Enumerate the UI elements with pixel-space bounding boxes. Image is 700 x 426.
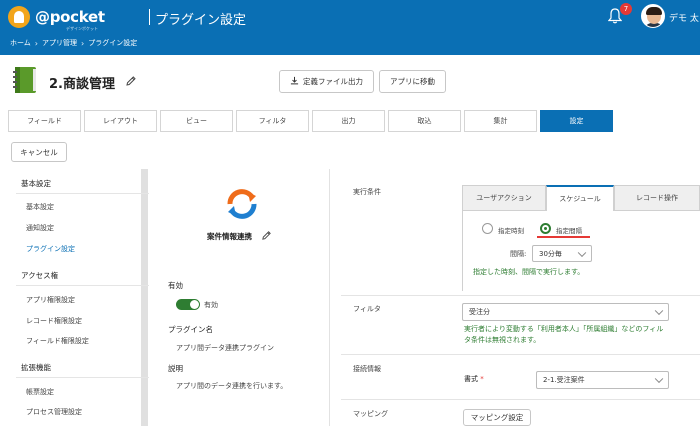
sidebar-divider bbox=[16, 193, 149, 194]
tab-record-operation[interactable]: レコード操作 bbox=[614, 185, 700, 211]
breadcrumb-current: プラグイン設定 bbox=[88, 39, 138, 47]
radio-specified-interval[interactable] bbox=[540, 223, 551, 234]
pencil-edit-icon[interactable] bbox=[261, 230, 273, 242]
filter-hint: 実行者により変動する「利用者本人」「所属組織」などのフィル タ条件は無視されます… bbox=[464, 324, 696, 346]
tab-output[interactable]: 出力 bbox=[312, 110, 385, 132]
breadcrumb-chevron-icon: › bbox=[81, 38, 85, 48]
pocket-logo[interactable]: @pocket bbox=[8, 6, 105, 28]
filter-label: フィルタ bbox=[353, 305, 381, 313]
filter-hint-line-1: 実行者により変動する「利用者本人」「所属組織」などのフィル bbox=[464, 325, 664, 333]
filter-select-value: 受注分 bbox=[469, 308, 490, 316]
interval-select-value: 30分毎 bbox=[539, 249, 562, 258]
logo-subtext: デザインポケット bbox=[66, 26, 98, 31]
tab-filter[interactable]: フィルタ bbox=[236, 110, 309, 132]
section-divider bbox=[341, 354, 700, 355]
tab-settings[interactable]: 設定 bbox=[540, 110, 613, 132]
exec-condition-tabs: ユーザアクション スケジュール レコード操作 bbox=[462, 185, 700, 211]
mapping-settings-button[interactable]: マッピング設定 bbox=[463, 409, 531, 426]
required-mark: * bbox=[480, 375, 484, 383]
breadcrumb: ホーム › アプリ管理 › プラグイン設定 bbox=[10, 38, 137, 48]
tab-layout[interactable]: レイアウト bbox=[84, 110, 157, 132]
tab-schedule[interactable]: スケジュール bbox=[546, 185, 614, 211]
connection-label: 接続情報 bbox=[353, 365, 381, 373]
tab-user-action[interactable]: ユーザアクション bbox=[462, 185, 546, 211]
plugin-name-label: プラグイン名 bbox=[168, 325, 213, 334]
export-definition-button[interactable]: 定義ファイル出力 bbox=[279, 70, 374, 93]
sidebar-item-notification-settings[interactable]: 通知設定 bbox=[26, 223, 54, 233]
pencil-edit-icon[interactable] bbox=[125, 75, 137, 87]
format-select[interactable]: 2-1.受注案件 bbox=[536, 371, 669, 389]
schedule-hint: 指定した時刻、間隔で実行します。 bbox=[473, 268, 585, 276]
radio-specified-time[interactable] bbox=[482, 223, 493, 234]
sidebar-item-form-settings[interactable]: 帳票設定 bbox=[26, 387, 54, 397]
user-name[interactable]: デモ 太 bbox=[669, 11, 699, 24]
enabled-value: 有効 bbox=[204, 301, 218, 309]
radio-specified-interval-label[interactable]: 指定間隔 bbox=[556, 225, 582, 235]
sidebar-item-basic-settings[interactable]: 基本設定 bbox=[26, 202, 54, 212]
notebook-icon bbox=[12, 66, 38, 94]
format-label: 書式 * bbox=[464, 374, 484, 384]
sidebar-item-app-permission[interactable]: アプリ権限設定 bbox=[26, 295, 75, 305]
sync-arrows-icon bbox=[222, 184, 262, 224]
logo-text: @pocket bbox=[35, 8, 105, 26]
download-icon bbox=[290, 76, 299, 87]
sidebar-divider bbox=[16, 285, 149, 286]
sidebar-section-basic: 基本設定 bbox=[21, 179, 51, 188]
goto-app-button[interactable]: アプリに移動 bbox=[379, 70, 446, 93]
description-label: 説明 bbox=[168, 364, 183, 373]
tab-field[interactable]: フィールド bbox=[8, 110, 81, 132]
exec-condition-label: 実行条件 bbox=[353, 188, 381, 196]
format-label-text: 書式 bbox=[464, 375, 478, 383]
sidebar-item-plugin-settings[interactable]: プラグイン設定 bbox=[26, 244, 75, 254]
tab-import[interactable]: 取込 bbox=[388, 110, 461, 132]
header-divider bbox=[149, 9, 150, 25]
sidebar-section-extension: 拡張機能 bbox=[21, 363, 51, 372]
chevron-down-icon bbox=[654, 306, 664, 316]
tab-aggregate[interactable]: 集計 bbox=[464, 110, 537, 132]
radio-specified-time-label[interactable]: 指定時刻 bbox=[498, 225, 524, 235]
interval-label: 間隔: bbox=[510, 250, 527, 258]
settings-sidebar: 基本設定 基本設定 通知設定 プラグイン設定 アクセス権 アプリ権限設定 レコー… bbox=[8, 169, 149, 426]
section-divider bbox=[341, 295, 700, 296]
filter-hint-line-2: タ条件は無視されます。 bbox=[464, 336, 541, 344]
enabled-toggle[interactable] bbox=[176, 299, 200, 310]
filter-select[interactable]: 受注分 bbox=[462, 303, 669, 321]
avatar[interactable] bbox=[641, 4, 665, 28]
kangaroo-logo-icon bbox=[8, 6, 30, 28]
breadcrumb-home[interactable]: ホーム bbox=[10, 38, 31, 48]
cancel-button[interactable]: キャンセル bbox=[11, 142, 67, 162]
sidebar-item-process-settings[interactable]: プロセス管理設定 bbox=[26, 407, 82, 417]
description-value: アプリ間のデータ連携を行います。 bbox=[176, 382, 288, 390]
chevron-down-icon bbox=[654, 374, 664, 384]
highlight-underline bbox=[537, 236, 590, 238]
interval-select[interactable]: 30分毎 bbox=[532, 245, 592, 262]
sidebar-item-field-permission[interactable]: フィールド権限設定 bbox=[26, 336, 89, 346]
app-header: @pocket デザインポケット プラグイン設定 ホーム › アプリ管理 › プ… bbox=[0, 0, 700, 55]
chevron-down-icon bbox=[577, 248, 587, 257]
tab-view[interactable]: ビュー bbox=[160, 110, 233, 132]
export-definition-label: 定義ファイル出力 bbox=[303, 77, 363, 86]
breadcrumb-chevron-icon: › bbox=[34, 38, 38, 48]
mapping-label: マッピング bbox=[353, 410, 388, 418]
sidebar-divider bbox=[16, 377, 149, 378]
enabled-label: 有効 bbox=[168, 281, 183, 290]
breadcrumb-app-admin[interactable]: アプリ管理 bbox=[42, 38, 77, 48]
format-select-value: 2-1.受注案件 bbox=[543, 376, 585, 384]
notification-badge: 7 bbox=[620, 3, 632, 15]
app-name: 2.商談管理 bbox=[49, 77, 115, 92]
section-divider bbox=[341, 399, 700, 400]
sidebar-item-record-permission[interactable]: レコード権限設定 bbox=[26, 316, 82, 326]
sidebar-section-access: アクセス権 bbox=[21, 271, 59, 280]
plugin-name-value: アプリ間データ連携プラグイン bbox=[176, 344, 274, 352]
page-title: プラグイン設定 bbox=[155, 13, 247, 28]
main-tabs: フィールド レイアウト ビュー フィルタ 出力 取込 集計 設定 bbox=[8, 110, 692, 132]
plugin-display-name: 案件情報連携 bbox=[207, 232, 252, 241]
